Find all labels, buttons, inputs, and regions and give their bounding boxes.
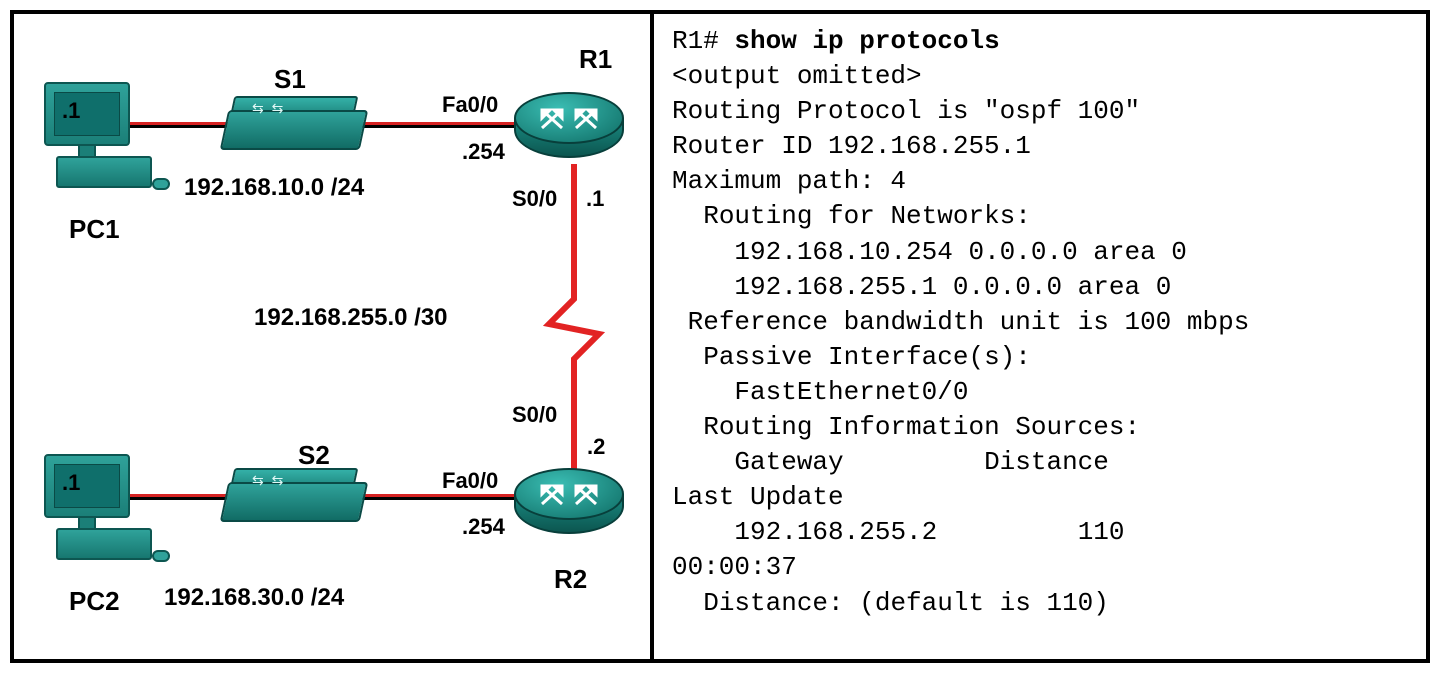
- r2-fa00-label: Fa0/0: [442, 468, 498, 494]
- r1-s00-ip: .1: [586, 186, 604, 212]
- cli-passive-interface: FastEthernet0/0: [734, 377, 968, 407]
- serial-link-r1-r2: [514, 164, 634, 494]
- pc2-host-addr: .1: [62, 470, 80, 496]
- r1-label: R1: [579, 44, 612, 75]
- r2-fa00-ip: .254: [462, 514, 505, 540]
- cli-ris-columns: Gateway Distance: [734, 447, 1108, 477]
- wan-network: 192.168.255.0 /30: [254, 304, 448, 332]
- r2-s00-ip: .2: [587, 434, 605, 460]
- cli-router-id: Router ID 192.168.255.1: [672, 131, 1031, 161]
- router-r2-icon: [514, 468, 624, 558]
- cli-omitted: <output omitted>: [672, 61, 922, 91]
- r1-fa00-label: Fa0/0: [442, 92, 498, 118]
- cli-protocol-line: Routing Protocol is "ospf 100": [672, 96, 1140, 126]
- switch-s1-icon: ⇆ ⇆: [224, 110, 364, 168]
- router-r1-icon: [514, 92, 624, 182]
- r2-label: R2: [554, 564, 587, 595]
- link-s1-r1: [339, 122, 524, 128]
- pc1-label: PC1: [69, 214, 120, 245]
- cli-last-update: Last Update: [672, 482, 844, 512]
- cli-ris-header: Routing Information Sources:: [703, 412, 1140, 442]
- pc1-icon: .1: [44, 82, 164, 202]
- cli-passive-header: Passive Interface(s):: [703, 342, 1031, 372]
- switch-s2-icon: ⇆ ⇆: [224, 482, 364, 540]
- pc2-icon: .1: [44, 454, 164, 574]
- cli-network-2: 192.168.255.1 0.0.0.0 area 0: [734, 272, 1171, 302]
- r1-fa00-ip: .254: [462, 139, 505, 165]
- cli-output-panel: R1# show ip protocols <output omitted> R…: [654, 14, 1426, 659]
- cli-command: show ip protocols: [734, 26, 999, 56]
- r1-s00-label: S0/0: [512, 186, 557, 212]
- cli-ref-bandwidth: Reference bandwidth unit is 100 mbps: [688, 307, 1250, 337]
- cli-gateway: 192.168.255.2: [734, 517, 937, 547]
- cli-prompt: R1#: [672, 26, 719, 56]
- cli-routing-for: Routing for Networks:: [703, 201, 1031, 231]
- topology-panel: .1 PC1 .1 PC2 ⇆ ⇆ S1 ⇆ ⇆ S2: [14, 14, 654, 659]
- r2-s00-label: S0/0: [512, 402, 557, 428]
- cli-max-path: Maximum path: 4: [672, 166, 906, 196]
- cli-default-distance: Distance: (default is 110): [703, 588, 1109, 618]
- s1-label: S1: [274, 64, 306, 95]
- pc1-host-addr: .1: [62, 98, 80, 124]
- lan2-network: 192.168.30.0 /24: [164, 584, 344, 612]
- cli-network-1: 192.168.10.254 0.0.0.0 area 0: [734, 237, 1186, 267]
- network-diagram: .1 PC1 .1 PC2 ⇆ ⇆ S1 ⇆ ⇆ S2: [14, 14, 650, 659]
- s2-label: S2: [298, 440, 330, 471]
- cli-time: 00:00:37: [672, 552, 797, 582]
- cli-distance: 110: [1078, 517, 1125, 547]
- figure-container: .1 PC1 .1 PC2 ⇆ ⇆ S1 ⇆ ⇆ S2: [10, 10, 1430, 663]
- pc2-label: PC2: [69, 586, 120, 617]
- lan1-network: 192.168.10.0 /24: [184, 174, 364, 202]
